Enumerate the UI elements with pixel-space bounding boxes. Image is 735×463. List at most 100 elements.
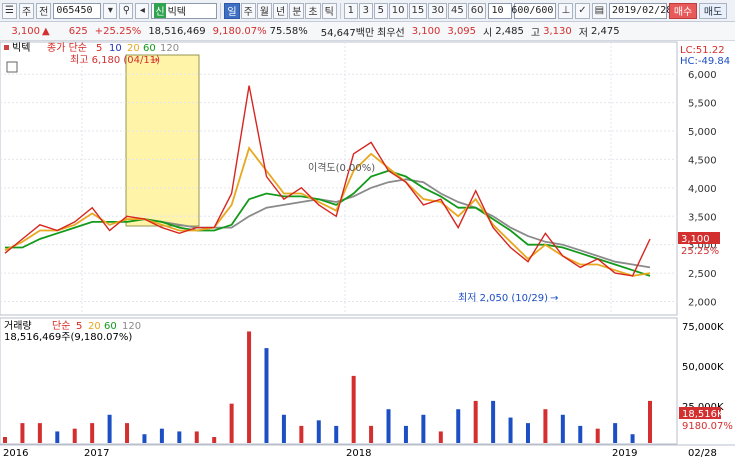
volume-bar	[281, 414, 286, 443]
price-change: 625	[68, 25, 88, 37]
type-select[interactable]: 전	[36, 2, 52, 19]
low-price: 2,475	[590, 25, 620, 37]
period-tab[interactable]: 주	[240, 2, 256, 19]
settings-icon[interactable]	[6, 61, 18, 73]
volume-bar	[125, 423, 130, 443]
volume-summary: 18,516,469주(9,180.07%)	[4, 332, 132, 343]
minute-button[interactable]: 30	[428, 2, 447, 19]
market-select[interactable]: 주	[18, 2, 35, 19]
volume-bar	[177, 431, 182, 443]
credit-badge: 신	[154, 3, 166, 18]
preferred-price: 3,100	[411, 25, 441, 37]
volume-bar	[491, 400, 496, 443]
price-ma-label: 종가 단순	[47, 42, 87, 54]
price-tick-label: 2,000	[688, 297, 717, 308]
volume-bar	[473, 400, 478, 443]
date-input[interactable]: 2019/02/28	[609, 2, 672, 19]
type-label: 전	[39, 7, 49, 18]
minute-button[interactable]: 3	[358, 2, 373, 19]
vol-ma-period-5: 5	[76, 321, 82, 332]
ruler-icon[interactable]: ⊥	[558, 2, 574, 19]
stock-chart[interactable]: 6,0005,5005,0004,5004,0003,5003,0002,500…	[0, 40, 735, 463]
hc-label: HC:-49.84	[680, 56, 730, 67]
period-tab[interactable]: 틱	[321, 2, 337, 19]
last-volume-tag-text: 18,516K	[682, 409, 724, 420]
volume-bar	[560, 414, 565, 443]
speaker-icon[interactable]: ◂	[135, 2, 150, 19]
volume-bar	[194, 431, 199, 443]
stock-code-input[interactable]: 065450	[53, 2, 102, 19]
minute-button[interactable]: 45	[448, 2, 467, 19]
price-change-rate: +25.25%	[94, 25, 142, 37]
sell-label: 매도	[703, 7, 723, 18]
volume-bar	[55, 431, 60, 443]
x-label-2016: 2016	[3, 448, 28, 459]
volume-bar	[72, 428, 77, 443]
search-icon[interactable]: ⚲	[119, 2, 134, 19]
volume-bar	[37, 423, 42, 443]
price-axis: 6,0005,5005,0004,5004,0003,5003,0002,500…	[688, 70, 717, 308]
interval-value: 10	[491, 5, 504, 16]
sell-button[interactable]: 매도	[699, 2, 728, 19]
volume-bar	[107, 414, 112, 443]
minute-button[interactable]: 1	[343, 2, 358, 19]
toolbar: ☰ 주 전 065450 ▾ ⚲ ◂ 신 빅텍 일주월년분초틱 1 3 5 10 15 30…	[0, 0, 735, 22]
last-rate-tag: 25.25%	[681, 246, 719, 257]
volume-bar	[613, 423, 618, 443]
price-tick-label: 5,500	[688, 99, 717, 110]
vol-tick-75000k: 75,000K	[682, 322, 724, 333]
highlight-box	[125, 54, 200, 227]
turnover-rate: 75.58%	[269, 25, 308, 37]
period-tab[interactable]: 분	[289, 2, 305, 19]
up-arrow-icon: ▲	[42, 25, 50, 37]
buy-button[interactable]: 매수	[669, 2, 698, 19]
ma-period-5: 5	[96, 43, 102, 54]
price-tick-label: 3,500	[688, 212, 717, 223]
low-annotation: 최저 2,050 (10/29)	[458, 292, 548, 304]
period-tab[interactable]: 초	[305, 2, 321, 19]
minute-button[interactable]: 60	[467, 2, 487, 19]
volume-bar	[421, 414, 426, 443]
volume-bar	[264, 348, 269, 443]
stock-name-field[interactable]: 신 빅텍	[151, 2, 218, 19]
high-price: 3,130	[543, 25, 572, 37]
minute-buttons: 1 3 5 10 15 30 45 60	[343, 2, 487, 19]
volume-bar	[578, 425, 583, 443]
quote-info-bar: 3,100 ▲ 625 +25.25% 18,516,469 9,180.07%…	[0, 22, 735, 41]
volume-bar	[142, 434, 147, 443]
x-label-2018: 2018	[346, 448, 371, 459]
volume-panel-title: 거래량	[4, 320, 32, 332]
count-input[interactable]: 600/600	[511, 2, 557, 19]
ask-price: 3,095	[447, 25, 477, 37]
volume-bar	[403, 425, 408, 443]
check-icon[interactable]: ✓	[575, 2, 590, 19]
collapse-icon[interactable]	[4, 45, 9, 50]
save-icon[interactable]: ▤	[591, 2, 608, 19]
period-tab[interactable]: 일	[224, 2, 240, 19]
interval-input[interactable]: 10	[488, 2, 513, 19]
minute-button[interactable]: 10	[388, 2, 408, 19]
current-price: 3,100	[11, 25, 40, 37]
date-value: 2019/02/28	[612, 5, 673, 16]
x-label-last-date: 02/28	[688, 448, 717, 459]
volume-bar	[20, 423, 25, 443]
ma-period-60: 60	[143, 43, 156, 54]
period-tab[interactable]: 년	[272, 2, 289, 19]
volume-bar	[648, 400, 652, 443]
chevron-down-icon[interactable]: ▾	[103, 2, 118, 19]
volume-bar	[456, 409, 461, 443]
volume-bar	[3, 437, 7, 443]
volume-bar	[299, 425, 304, 443]
period-tab[interactable]: 월	[256, 2, 272, 19]
minute-button[interactable]: 15	[408, 2, 428, 19]
volume-rate: 9,180.07%	[212, 25, 267, 37]
minute-button[interactable]: 5	[373, 2, 388, 19]
vol-ma-period-120: 120	[122, 321, 141, 332]
market-label: 주	[21, 7, 32, 18]
volume-bar	[508, 417, 513, 443]
menu-icon[interactable]: ☰	[2, 2, 17, 19]
period-tabs: 일주월년분초틱	[224, 2, 337, 19]
ma-period-10: 10	[109, 43, 122, 54]
price-tick-label: 6,000	[688, 70, 717, 81]
high-annotation: 최고 6,180 (04/11)	[70, 54, 160, 66]
